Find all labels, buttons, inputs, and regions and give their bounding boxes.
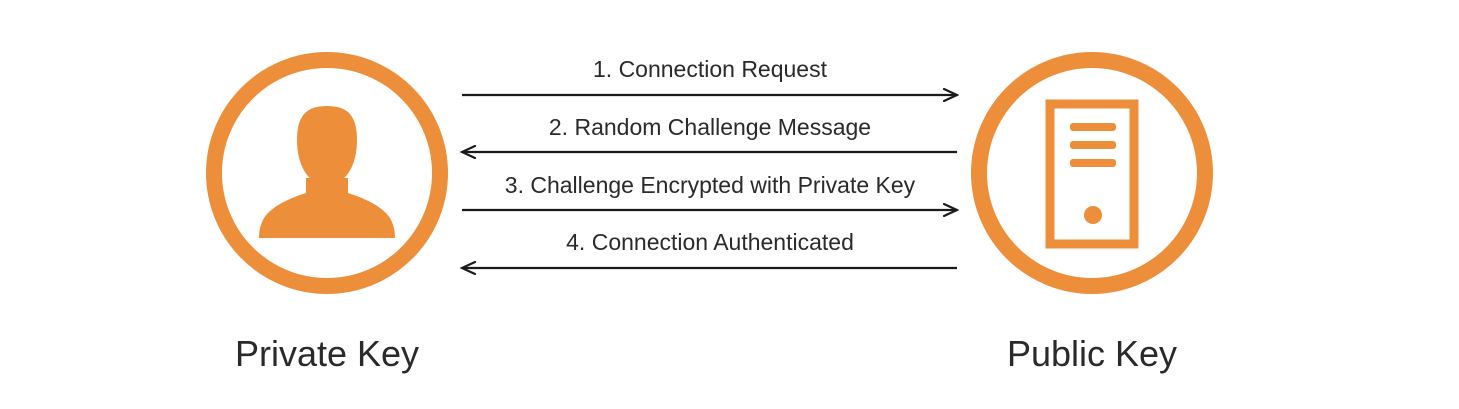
step-4-label: 4. Connection Authenticated <box>566 229 854 255</box>
step-2: 2. Random Challenge Message <box>462 114 957 152</box>
server-node: Public Key <box>971 52 1213 374</box>
step-3-label: 3. Challenge Encrypted with Private Key <box>505 172 916 198</box>
ssh-auth-diagram: Private Key Public Key 1. Connection Req… <box>206 52 1213 374</box>
client-node: Private Key <box>206 52 448 374</box>
message-steps: 1. Connection Request 2. Random Challeng… <box>462 56 957 268</box>
step-3: 3. Challenge Encrypted with Private Key <box>462 172 957 210</box>
client-label: Private Key <box>235 333 419 374</box>
step-4: 4. Connection Authenticated <box>462 229 957 268</box>
step-1-label: 1. Connection Request <box>593 56 828 82</box>
server-label: Public Key <box>1007 333 1177 374</box>
step-2-label: 2. Random Challenge Message <box>549 114 871 140</box>
server-circle <box>971 52 1213 294</box>
step-1: 1. Connection Request <box>462 56 957 95</box>
